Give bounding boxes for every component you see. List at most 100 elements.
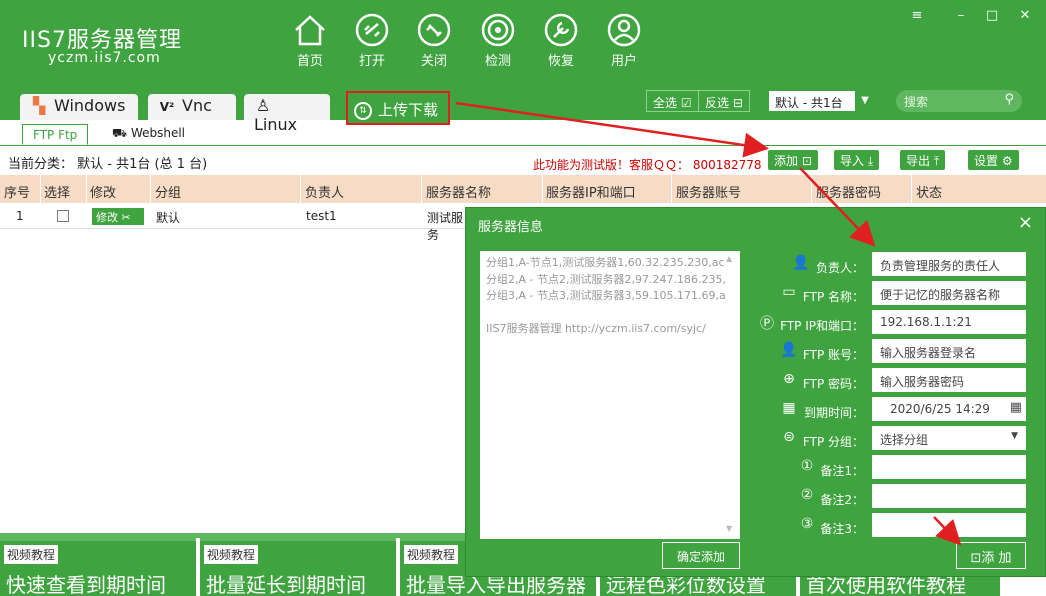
- nav-detect[interactable]: 检测: [470, 12, 526, 69]
- nav-detect-label: 检测: [484, 54, 511, 69]
- textarea-line: 分组1,A-节点1,测试服务器1,60.32.235.230,ac: [486, 256, 725, 269]
- col-password: 服务器密码: [816, 186, 882, 201]
- user-icon: [607, 13, 641, 47]
- col-select: 选择: [44, 186, 71, 201]
- caret-down-icon: ▼: [1011, 431, 1018, 441]
- search-input[interactable]: 搜索 ⚲: [896, 90, 1022, 112]
- invert-icon: ⊟: [732, 96, 743, 110]
- scroll-up-icon[interactable]: ▲: [726, 254, 732, 263]
- nav-restore-label: 恢复: [547, 54, 574, 69]
- video-card[interactable]: 视频教程 批量延长到期时间: [200, 538, 396, 596]
- group-select[interactable]: 默认 - 共1台 ▼: [768, 90, 876, 112]
- table-header: 序号 选择 修改 分组 负责人 服务器名称 服务器IP和端口 服务器账号 服务器…: [0, 175, 1046, 203]
- nav-user[interactable]: 用户: [596, 12, 652, 69]
- ftp-password-input[interactable]: 输入服务器密码: [872, 368, 1026, 392]
- calendar-picker-icon[interactable]: ▦: [1010, 400, 1022, 415]
- nav-close[interactable]: 关闭: [406, 12, 462, 69]
- video-card-title: 批量延长到期时间: [206, 573, 366, 596]
- textarea-line: IIS7服务器管理 http://yczm.iis7.com/syjc/: [486, 321, 706, 335]
- settings-label: 设置: [974, 154, 999, 168]
- dialog-close-icon[interactable]: ×: [1018, 212, 1033, 233]
- export-button[interactable]: 导出 ⤒: [900, 150, 946, 170]
- video-card-title: 快速查看到期时间: [6, 573, 166, 596]
- scroll-down-icon[interactable]: ▼: [726, 524, 732, 533]
- add-label: 添加: [774, 154, 799, 168]
- server-info-dialog: 服务器信息 × 分组1,A-节点1,测试服务器1,60.32.235.230,a…: [465, 207, 1046, 577]
- dialog-add-label: 添 加: [981, 551, 1012, 566]
- nav-open-label: 打开: [358, 54, 385, 69]
- search-icon[interactable]: ⚲: [1004, 92, 1014, 107]
- note3-label: 备注3：: [820, 522, 864, 536]
- gear-icon: ⚙: [1001, 154, 1013, 168]
- select-all-label: 全选: [653, 96, 678, 110]
- dialog-title: 服务器信息: [478, 220, 544, 235]
- row-group: 默认: [156, 211, 181, 225]
- nav-restore[interactable]: 恢复: [533, 12, 589, 69]
- col-server-ip: 服务器IP和端口: [546, 186, 636, 201]
- col-status: 状态: [916, 186, 943, 201]
- nav-home-label: 首页: [296, 54, 323, 69]
- subtab-ftp[interactable]: FTP Ftp: [22, 124, 89, 145]
- import-button[interactable]: 导入 ⤓: [834, 150, 880, 170]
- table-row[interactable]: 1 修改 ✂ 默认 test1 测试服务: [0, 205, 470, 242]
- expiry-input[interactable]: 2020/6/25 14:29 ▦: [872, 397, 1026, 421]
- col-divider: [811, 175, 812, 203]
- note1-input[interactable]: [872, 455, 1026, 479]
- ftp-group-select[interactable]: 选择分组 ▼: [872, 426, 1026, 450]
- row-modify-button[interactable]: 修改 ✂: [92, 208, 144, 225]
- close-icon[interactable]: ✕: [1016, 8, 1034, 23]
- confirm-add-button[interactable]: 确定添加: [662, 542, 740, 569]
- video-card[interactable]: 视频教程 快速查看到期时间: [0, 538, 196, 596]
- col-divider: [150, 175, 151, 203]
- tab-vnc-label: Vnc: [182, 96, 212, 115]
- invert-label: 反选: [705, 96, 730, 110]
- col-owner: 负责人: [305, 186, 345, 201]
- tab-vnc[interactable]: V² Vnc: [148, 94, 236, 120]
- subtab-bar: FTP Ftp ⛟ Webshell: [0, 120, 1046, 146]
- batch-input-textarea[interactable]: 分组1,A-节点1,测试服务器1,60.32.235.230,ac 分组2,A …: [480, 251, 740, 539]
- vnc-icon: V²: [159, 100, 175, 114]
- note3-input[interactable]: [872, 513, 1026, 537]
- note2-input[interactable]: [872, 484, 1026, 508]
- webshell-icon: ⛟: [112, 126, 128, 140]
- maximize-icon[interactable]: □: [983, 8, 1001, 23]
- tab-linux[interactable]: ♙Linux: [244, 94, 330, 134]
- col-account: 服务器账号: [676, 186, 742, 201]
- dialog-add-button[interactable]: ⊡添 加: [956, 542, 1026, 569]
- nav-close-label: 关闭: [420, 54, 447, 69]
- link-icon: [355, 13, 389, 47]
- invert-select-button[interactable]: 反选 ⊟: [698, 90, 750, 112]
- owner-input[interactable]: 负责管理服务的责任人: [872, 252, 1026, 276]
- minimize-icon[interactable]: –: [952, 8, 970, 23]
- nav-open[interactable]: 打开: [344, 12, 400, 69]
- note2-label: 备注2：: [820, 493, 864, 507]
- group-select-value: 默认 - 共1台: [775, 96, 843, 110]
- row-checkbox[interactable]: [57, 210, 69, 222]
- export-label: 导出: [906, 154, 931, 168]
- col-divider: [300, 175, 301, 203]
- col-divider: [40, 175, 41, 203]
- settings-button[interactable]: 设置 ⚙: [968, 150, 1019, 170]
- unlink-icon: [417, 13, 451, 47]
- textarea-line: 分组3,A - 节点3,测试服务器3,59.105.171.69,a: [486, 289, 726, 302]
- ftp-account-input[interactable]: 输入服务器登录名: [872, 339, 1026, 363]
- video-card-tag: 视频教程: [404, 545, 459, 564]
- nav-home[interactable]: 首页: [282, 12, 338, 69]
- add-button[interactable]: 添加 ⊡: [768, 150, 818, 170]
- ftp-name-input[interactable]: 便于记忆的服务器名称: [872, 281, 1026, 305]
- tools-icon: ✂: [121, 211, 131, 224]
- add-icon: ⊡: [801, 154, 812, 168]
- ftp-ip-input[interactable]: 192.168.1.1:21: [872, 310, 1026, 334]
- tab-windows[interactable]: ▚ Windows: [20, 94, 138, 120]
- linux-icon: ♙: [255, 96, 271, 115]
- owner-label: 负责人：: [815, 261, 864, 275]
- ftp-password-label: FTP 密码：: [802, 377, 864, 391]
- windows-icon: ▚: [32, 96, 46, 115]
- menu-icon[interactable]: ≡: [908, 8, 926, 23]
- select-all-button[interactable]: 全选 ☑: [646, 90, 699, 112]
- col-divider: [421, 175, 422, 203]
- tab-windows-label: Windows: [54, 96, 126, 115]
- subtab-webshell[interactable]: ⛟ Webshell: [112, 126, 185, 142]
- header-bar: IIS7服务器管理 yczm.iis7.com 首页 打开 关闭 检测 恢复 用…: [0, 0, 1046, 134]
- beta-notice: 此功能为测试版！客服ＱＱ： 800182778: [533, 158, 762, 172]
